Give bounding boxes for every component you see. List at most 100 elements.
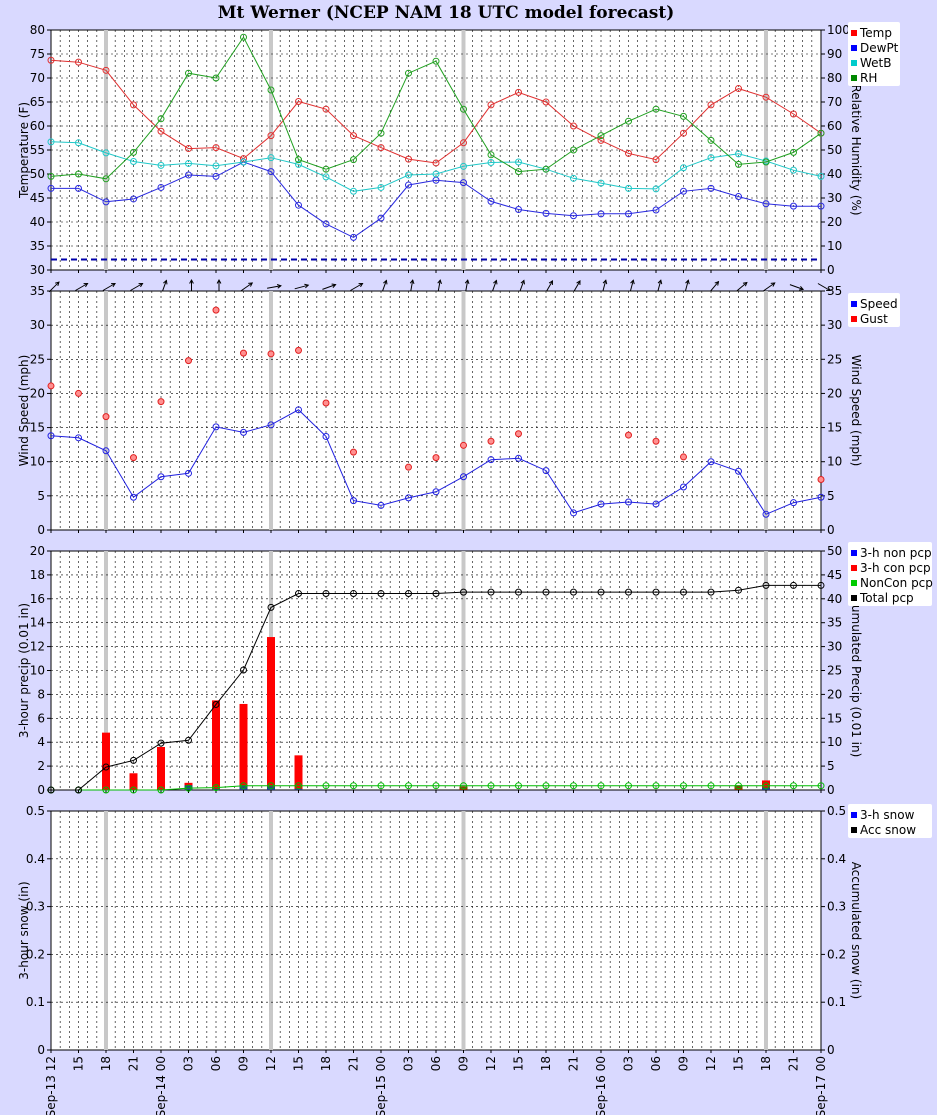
- ytick-label-left: 75: [30, 47, 45, 61]
- ytick-label-left: 20: [30, 544, 45, 558]
- wind-arrow-shaft: [48, 281, 60, 293]
- wind-gust-point: [267, 350, 275, 358]
- wind-gust-point: [102, 413, 110, 421]
- ytick-label-right: 70: [827, 95, 842, 109]
- ytick-label-right: 0.3: [827, 900, 846, 914]
- ytick-label-right: 0: [827, 523, 835, 537]
- wind-arrow: [322, 283, 337, 290]
- day-separator: [764, 291, 768, 530]
- ytick-label-right: 5: [827, 489, 835, 503]
- ytick-label-left: 14: [30, 616, 45, 630]
- wind-arrow-shaft: [240, 282, 253, 292]
- ytick-label-left: 45: [30, 191, 45, 205]
- ytick-label-left: 70: [30, 71, 45, 85]
- ytick-label-left: 18: [30, 568, 45, 582]
- legend-swatch: [851, 75, 857, 81]
- xtick-label: 03: [182, 1056, 196, 1071]
- ytick-label-right: 15: [827, 421, 842, 435]
- y-axis-label-left: 3-hour precip (0.01 in): [17, 603, 31, 738]
- wind-gust-point: [350, 448, 357, 456]
- ytick-label-left: 60: [30, 119, 45, 133]
- legend-label: RH: [860, 71, 877, 85]
- wind-gust-point: [652, 437, 660, 445]
- ytick-label-right: 5: [827, 759, 835, 773]
- ytick-label-left: 0.1: [26, 995, 45, 1009]
- ytick-label-left: 15: [30, 421, 45, 435]
- ytick-label-left: 35: [30, 239, 45, 253]
- ytick-label-left: 10: [30, 455, 45, 469]
- ytick-label-right: 30: [827, 318, 842, 332]
- xtick-label: 21: [567, 1056, 581, 1071]
- ytick-label-left: 10: [30, 664, 45, 678]
- con-precip-bar: [102, 732, 110, 790]
- ytick-label-left: 4: [37, 735, 45, 749]
- ytick-label-right: 30: [827, 640, 842, 654]
- ytick-label-right: 35: [827, 284, 842, 298]
- y-axis-label-left: 3-hour snow (in): [17, 881, 31, 979]
- ytick-label-right: 0.2: [827, 947, 846, 961]
- xtick-label: Sep-14 00: [154, 1056, 168, 1115]
- xtick-label: 12: [704, 1056, 718, 1071]
- xtick-label: Sep-17 00: [814, 1056, 828, 1115]
- con-precip-bar: [157, 746, 165, 790]
- legend-label: DewPt: [860, 41, 899, 55]
- wind-gust-point: [680, 453, 687, 461]
- ytick-label-left: 50: [30, 167, 45, 181]
- legend-swatch: [851, 827, 857, 833]
- y-axis-label-right: Wind Speed (mph): [849, 355, 863, 467]
- wind-gust-point: [625, 431, 632, 439]
- ytick-label-right: 80: [827, 71, 842, 85]
- day-separator: [269, 811, 273, 1050]
- ytick-label-right: 90: [827, 47, 842, 61]
- wind-gust-point: [487, 437, 495, 445]
- day-separator: [104, 811, 108, 1050]
- xtick-label: 21: [787, 1056, 801, 1071]
- legend-swatch: [851, 301, 857, 307]
- ytick-label-right: 10: [827, 239, 842, 253]
- legend-swatch: [851, 45, 857, 51]
- xtick-label: 12: [484, 1056, 498, 1071]
- xtick-label: 18: [759, 1056, 773, 1071]
- legend-label: Speed: [860, 297, 898, 311]
- wind-arrow: [75, 282, 89, 291]
- wind-arrow: [735, 281, 748, 292]
- legend-swatch: [851, 580, 857, 586]
- wind-gust-point: [515, 430, 522, 438]
- ytick-label-right: 20: [827, 687, 842, 701]
- xtick-label: 21: [347, 1056, 361, 1071]
- ytick-label-right: 0: [827, 783, 835, 797]
- y-axis-label-right: Relative Humidity (%): [849, 84, 863, 215]
- ytick-label-right: 40: [827, 592, 842, 606]
- ytick-label-right: 20: [827, 386, 842, 400]
- ytick-label-right: 0.5: [827, 804, 846, 818]
- wind-gust-point: [185, 357, 192, 365]
- legend-label: Acc snow: [860, 823, 916, 837]
- ytick-label-right: 60: [827, 119, 842, 133]
- wind-gust-point: [295, 346, 302, 354]
- xtick-label: Sep-15 00: [374, 1056, 388, 1115]
- xtick-label: 12: [264, 1056, 278, 1071]
- ytick-label-left: 12: [30, 640, 45, 654]
- ytick-label-right: 25: [827, 664, 842, 678]
- ytick-label-right: 30: [827, 191, 842, 205]
- ytick-label-left: 0: [37, 783, 45, 797]
- wind-gust-point: [157, 398, 165, 406]
- wind-arrow: [130, 282, 144, 291]
- wind-arrow: [350, 282, 364, 291]
- ytick-label-left: 0.5: [26, 804, 45, 818]
- ytick-label-left: 0: [37, 523, 45, 537]
- ytick-label-left: 40: [30, 215, 45, 229]
- xtick-label: 06: [429, 1056, 443, 1071]
- ytick-label-left: 55: [30, 143, 45, 157]
- legend-swatch: [851, 595, 857, 601]
- day-separator: [461, 291, 466, 530]
- xtick-label: 09: [677, 1056, 691, 1071]
- wind-gust-point: [460, 441, 467, 449]
- y-axis-label-left: Wind Speed (mph): [17, 355, 31, 467]
- xtick-label: 09: [457, 1056, 471, 1071]
- wind-gust-point: [47, 382, 55, 390]
- xtick-label: 15: [292, 1056, 306, 1071]
- legend-label: Total pcp: [859, 591, 914, 605]
- ytick-label-right: 40: [827, 167, 842, 181]
- xtick-label: 09: [237, 1056, 251, 1071]
